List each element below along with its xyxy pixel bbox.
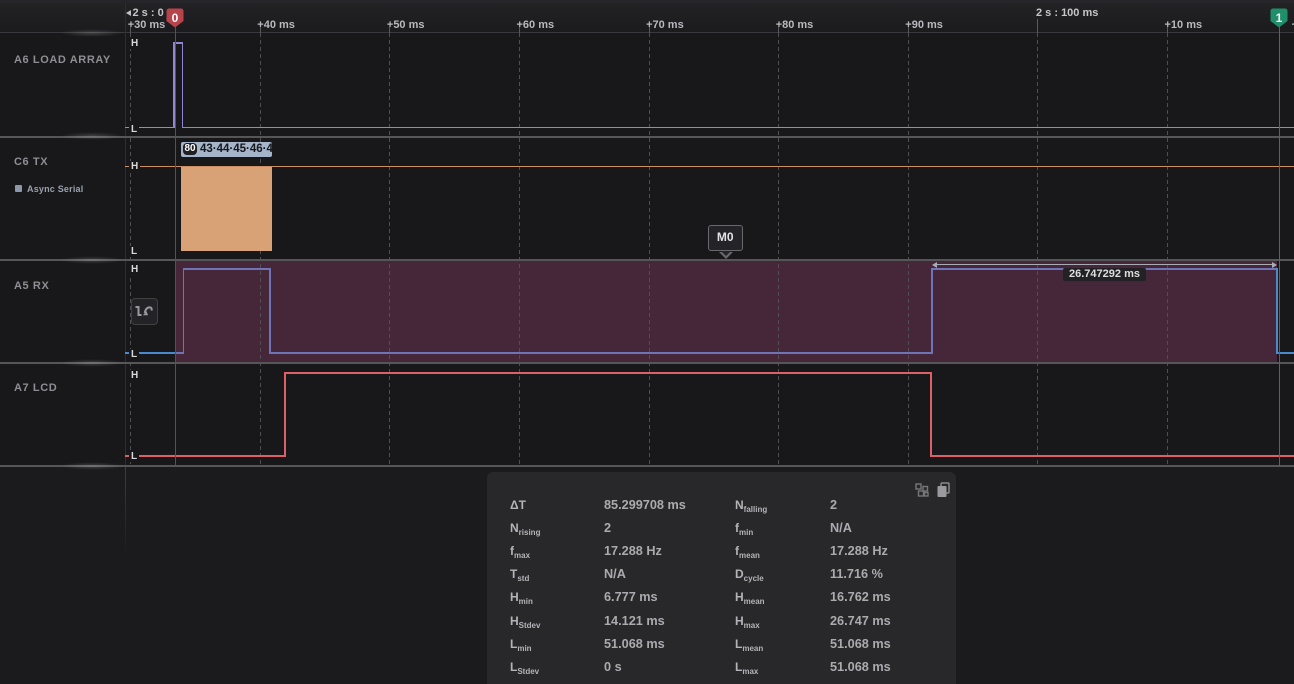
svg-text:1: 1 <box>1276 11 1283 25</box>
svg-text:0: 0 <box>172 11 179 25</box>
